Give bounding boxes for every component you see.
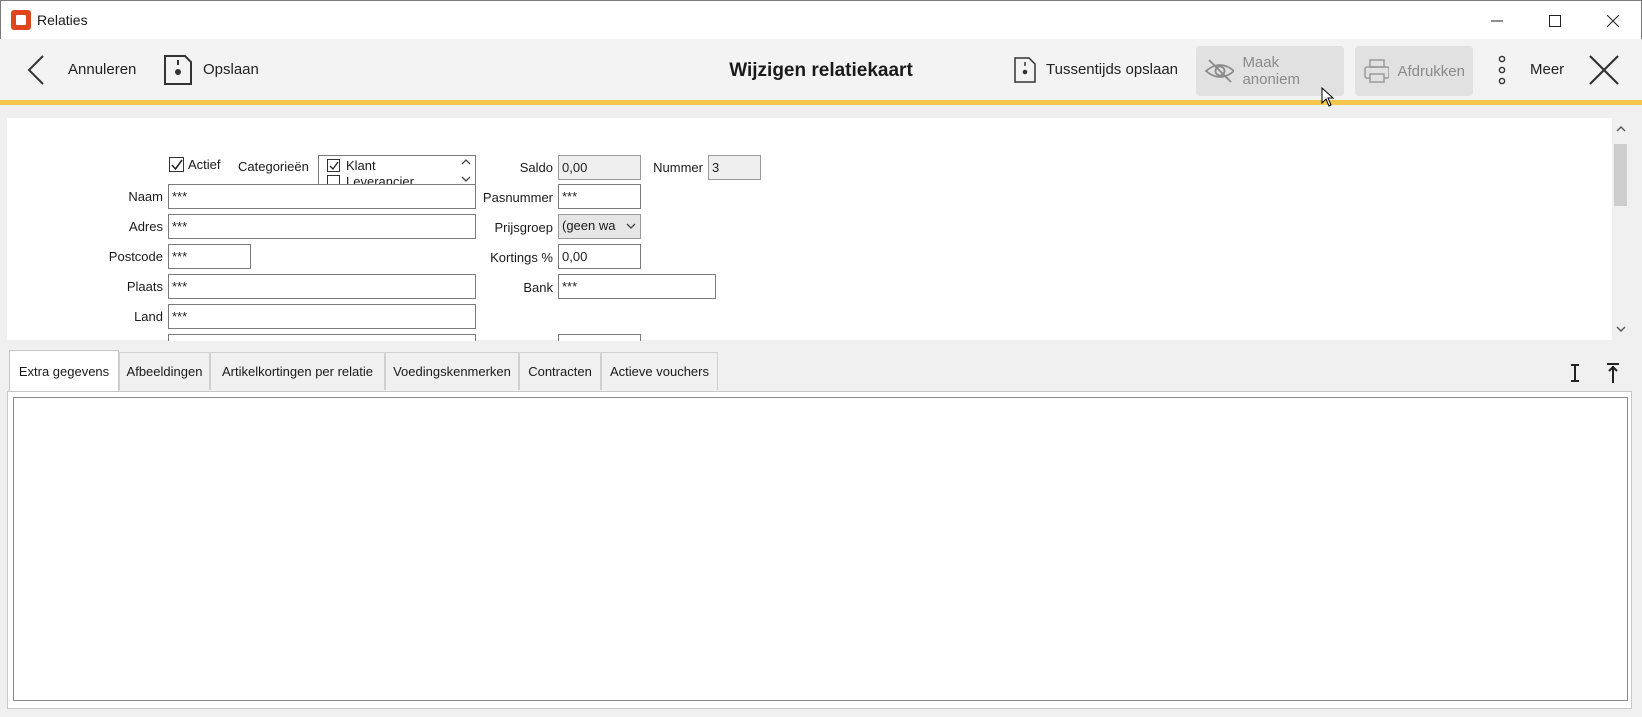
close-icon	[1607, 14, 1619, 27]
maximize-icon	[1549, 14, 1561, 27]
discount-field[interactable]: 0,00	[558, 244, 641, 269]
category-label: Klant	[346, 158, 376, 173]
pass-number-field[interactable]: ***	[558, 184, 641, 209]
categories-scrollbar[interactable]	[457, 156, 475, 186]
interim-save-label: Tussentijds opslaan	[1046, 61, 1179, 78]
eye-slash-icon	[1204, 59, 1235, 83]
pass-number-label: Pasnummer	[482, 190, 553, 205]
country-label: Land	[134, 309, 163, 324]
back-arrow-icon	[27, 54, 44, 85]
cancel-label: Annuleren	[68, 61, 137, 78]
klant-checkbox[interactable]	[327, 159, 340, 172]
name-label: Naam	[128, 189, 163, 204]
tab-artikelkortingen[interactable]: Artikelkortingen per relatie	[210, 352, 385, 390]
window-titlebar: Relaties	[0, 0, 1642, 39]
interim-save-icon	[1014, 56, 1036, 83]
extra-gegevens-content[interactable]	[13, 397, 1628, 701]
more-label: Meer	[1530, 61, 1565, 78]
balance-label: Saldo	[519, 160, 553, 175]
tab-actieve-vouchers[interactable]: Actieve vouchers	[601, 352, 718, 390]
tab-strip: Extra gegevens Afbeeldingen Artikelkorti…	[7, 350, 1629, 392]
minimize-icon	[1491, 20, 1503, 21]
categories-list[interactable]: Klant Leverancier	[318, 155, 476, 187]
chevron-down-icon	[626, 223, 636, 229]
bank-field[interactable]: ***	[558, 274, 716, 299]
minimize-button[interactable]	[1468, 1, 1526, 40]
print-button[interactable]: Afdrukken	[1355, 46, 1473, 96]
balance-field: 0,00	[558, 155, 641, 180]
tab-afbeeldingen[interactable]: Afbeeldingen	[119, 352, 210, 390]
country-field[interactable]: ***	[168, 304, 476, 329]
number-field: 3	[708, 155, 761, 180]
interim-save-button[interactable]: Tussentijds opslaan	[1014, 39, 1178, 100]
name-field[interactable]: ***	[168, 184, 476, 209]
close-form-button[interactable]	[1588, 39, 1620, 100]
collapse-top-button[interactable]	[1603, 360, 1623, 386]
tab-contracten[interactable]: Contracten	[519, 352, 601, 390]
checkmark-icon	[171, 159, 183, 171]
tab-voedingskenmerken[interactable]: Voedingskenmerken	[385, 352, 519, 390]
discount-label: Kortings %	[490, 250, 553, 265]
toolbar: Annuleren Opslaan Wijzigen relatiekaart …	[0, 39, 1642, 105]
form-scrollbar[interactable]	[1612, 118, 1629, 340]
active-checkbox[interactable]	[169, 157, 184, 172]
tab-panel	[7, 391, 1632, 709]
tab-extra-gegevens[interactable]: Extra gegevens	[9, 350, 119, 391]
checkmark-icon	[329, 161, 339, 171]
anonymize-label: Maak anoniem	[1242, 54, 1300, 88]
print-label: Afdrukken	[1397, 62, 1465, 80]
maximize-button[interactable]	[1526, 1, 1584, 40]
price-group-value: (geen wa	[562, 218, 616, 233]
next-field-partial[interactable]	[168, 334, 476, 341]
active-label: Actief	[188, 157, 221, 172]
mouse-cursor-icon	[1321, 87, 1335, 107]
save-label: Opslaan	[203, 61, 259, 78]
city-label: Plaats	[126, 279, 163, 294]
more-vertical-icon	[1498, 55, 1506, 84]
window-close-button[interactable]	[1584, 1, 1642, 40]
city-field[interactable]: ***	[168, 274, 476, 299]
save-button[interactable]: Opslaan	[163, 39, 259, 100]
resize-vertical-icon	[1571, 364, 1579, 382]
address-field[interactable]: ***	[168, 214, 476, 239]
postcode-field[interactable]: ***	[168, 244, 251, 269]
price-group-label: Prijsgroep	[494, 220, 553, 235]
address-label: Adres	[129, 219, 163, 234]
category-item-klant[interactable]: Klant	[327, 158, 376, 173]
scroll-down-arrow-icon[interactable]	[1612, 320, 1629, 337]
list-scroll-arrows-icon	[461, 159, 471, 182]
bank-label: Bank	[523, 280, 553, 295]
more-button[interactable]: Meer	[1496, 39, 1564, 100]
postcode-label: Postcode	[108, 249, 163, 264]
cancel-button[interactable]: Annuleren	[26, 39, 136, 100]
categories-label: Categorieën	[238, 159, 309, 174]
arrow-to-top-icon	[1607, 363, 1619, 383]
scroll-up-arrow-icon[interactable]	[1612, 120, 1629, 137]
scrollbar-thumb[interactable]	[1614, 144, 1627, 206]
window-title: Relaties	[37, 12, 88, 28]
printer-icon	[1364, 59, 1390, 83]
save-icon	[164, 54, 192, 85]
number-label: Nummer	[653, 160, 703, 175]
price-group-select[interactable]: (geen wa	[558, 214, 641, 239]
close-icon	[1589, 54, 1619, 85]
expand-panel-button[interactable]	[1565, 360, 1585, 386]
next-field-partial[interactable]	[558, 334, 641, 341]
app-logo-icon	[11, 10, 31, 30]
